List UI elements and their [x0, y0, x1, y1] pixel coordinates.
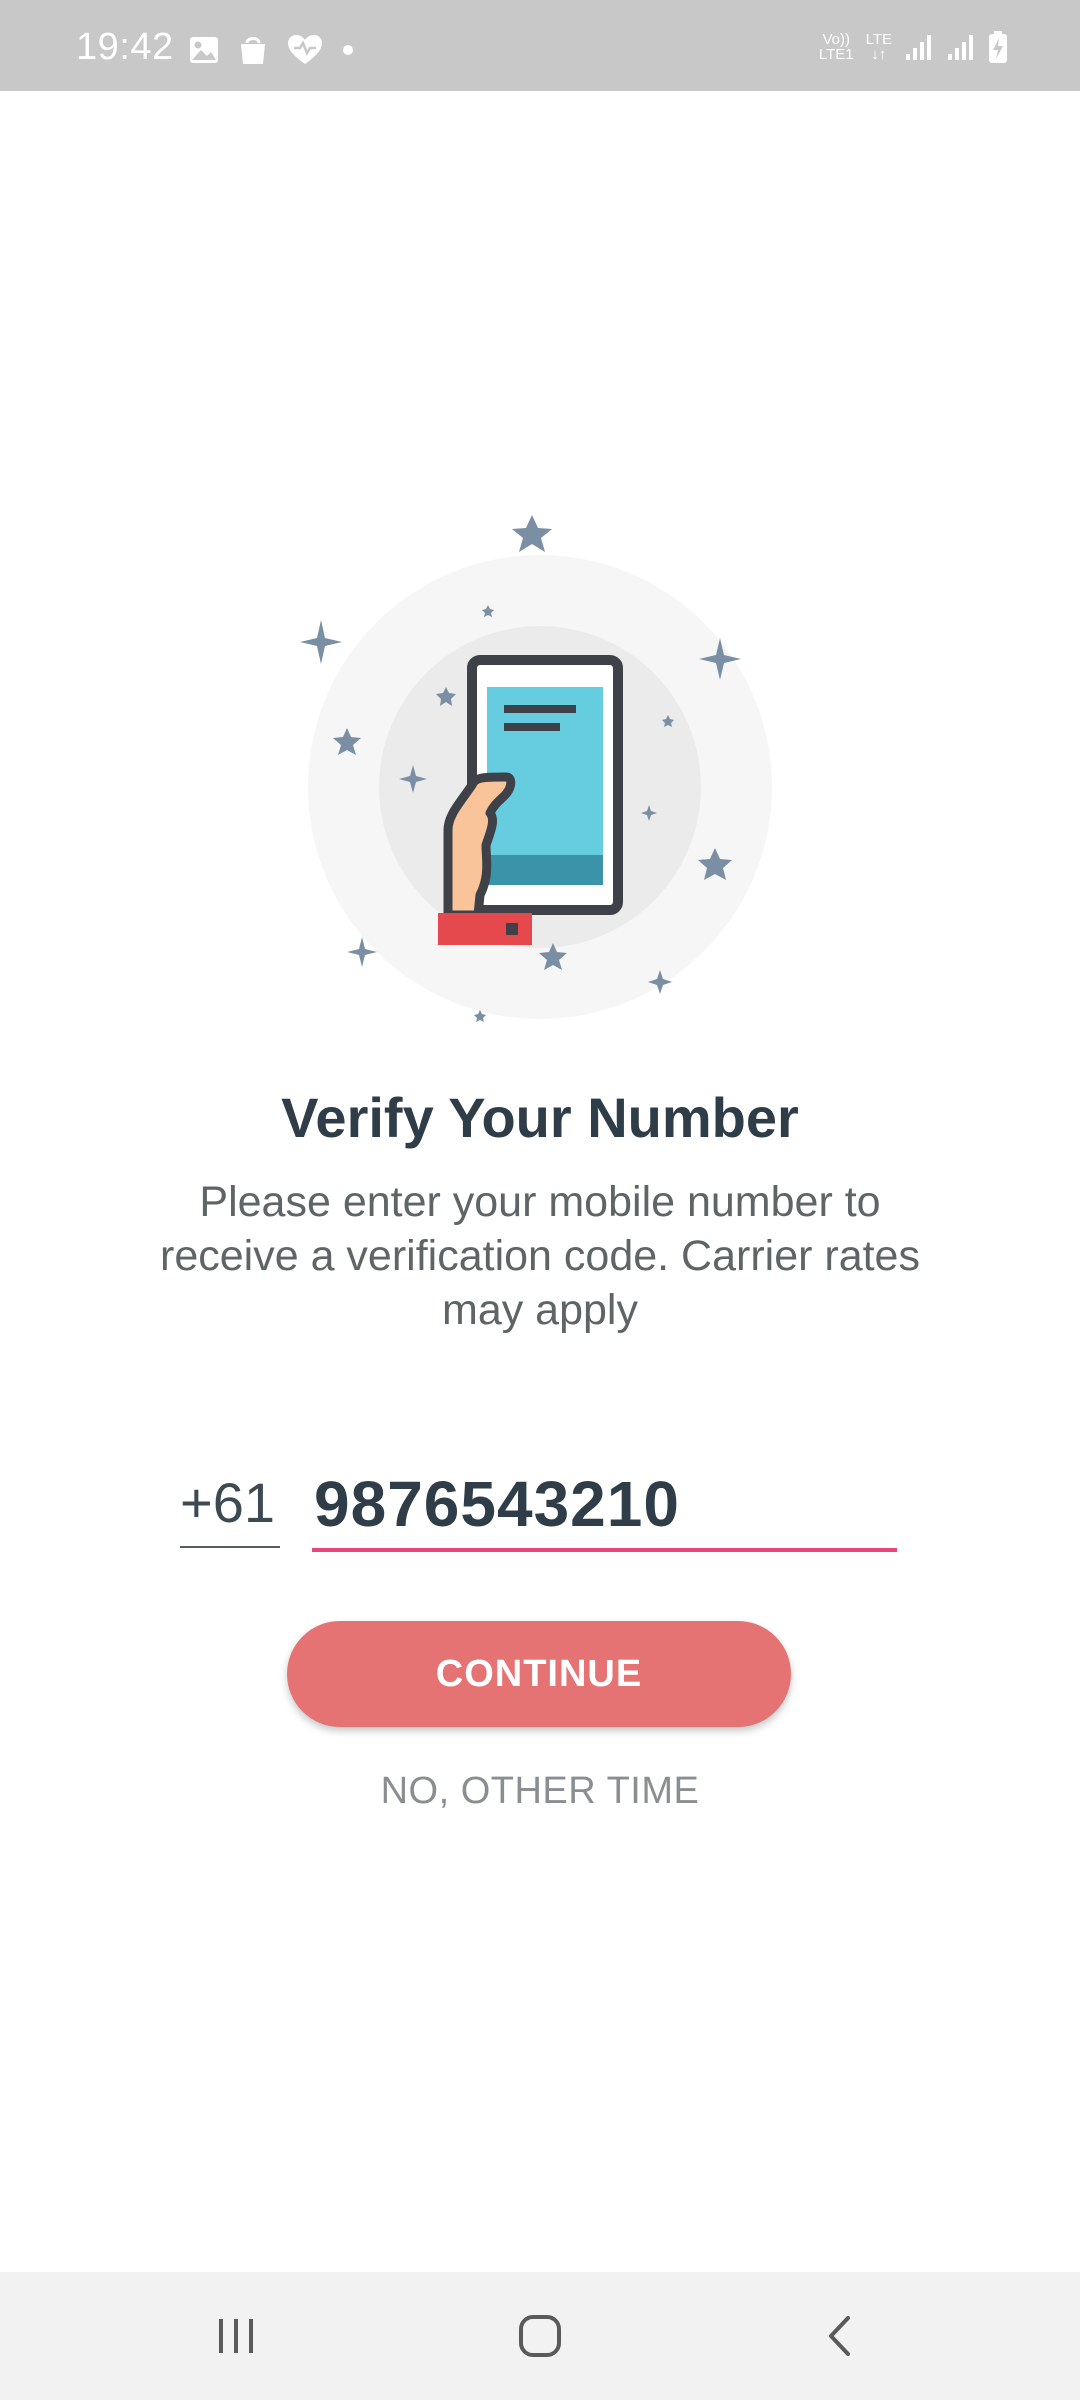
notification-icons — [188, 34, 354, 66]
hand-holding-phone-illustration — [300, 515, 772, 1022]
page-title: Verify Your Number — [281, 1086, 799, 1149]
home-button[interactable] — [500, 2296, 580, 2376]
no-other-time-button[interactable]: NO, OTHER TIME — [290, 1770, 790, 1813]
dot-icon — [343, 45, 353, 55]
verify-number-screen: 19:42 Vo)) LTE1 LTE ↓↑ Verify Your Numbe… — [0, 0, 1080, 2400]
system-status-icons: Vo)) LTE1 LTE ↓↑ — [819, 30, 1008, 64]
signal-icon — [906, 35, 931, 60]
recent-apps-button[interactable] — [196, 2296, 276, 2376]
health-heart-icon — [288, 35, 322, 64]
lte-bottom-label: ↓↑ — [871, 46, 887, 63]
page-subtitle: Please enter your mobile number to recei… — [160, 1178, 920, 1334]
lte-indicator: LTE ↓↑ — [866, 32, 892, 62]
country-code-selector[interactable]: +61 — [180, 1460, 280, 1548]
back-button[interactable] — [801, 2296, 881, 2376]
shopping-bag-icon — [241, 37, 265, 64]
status-time: 19:42 — [76, 26, 174, 68]
lte-top-label: LTE — [865, 31, 892, 48]
continue-button[interactable]: CONTINUE — [287, 1621, 791, 1727]
volte-indicator: Vo)) LTE1 — [819, 32, 854, 62]
phone-number-form: +61 — [180, 1460, 900, 1552]
volte-top-label: Vo)) — [822, 31, 850, 48]
home-icon — [519, 2315, 561, 2357]
volte-bottom-label: LTE1 — [818, 46, 854, 63]
recent-apps-icon — [219, 2319, 253, 2353]
gallery-icon — [190, 37, 218, 63]
back-icon — [829, 2316, 850, 2356]
status-bar: 19:42 Vo)) LTE1 LTE ↓↑ — [0, 0, 1080, 91]
battery-charging-icon — [989, 31, 1007, 63]
signal-icon — [948, 35, 973, 60]
navigation-bar — [0, 2272, 1080, 2400]
phone-number-input[interactable] — [312, 1460, 897, 1552]
